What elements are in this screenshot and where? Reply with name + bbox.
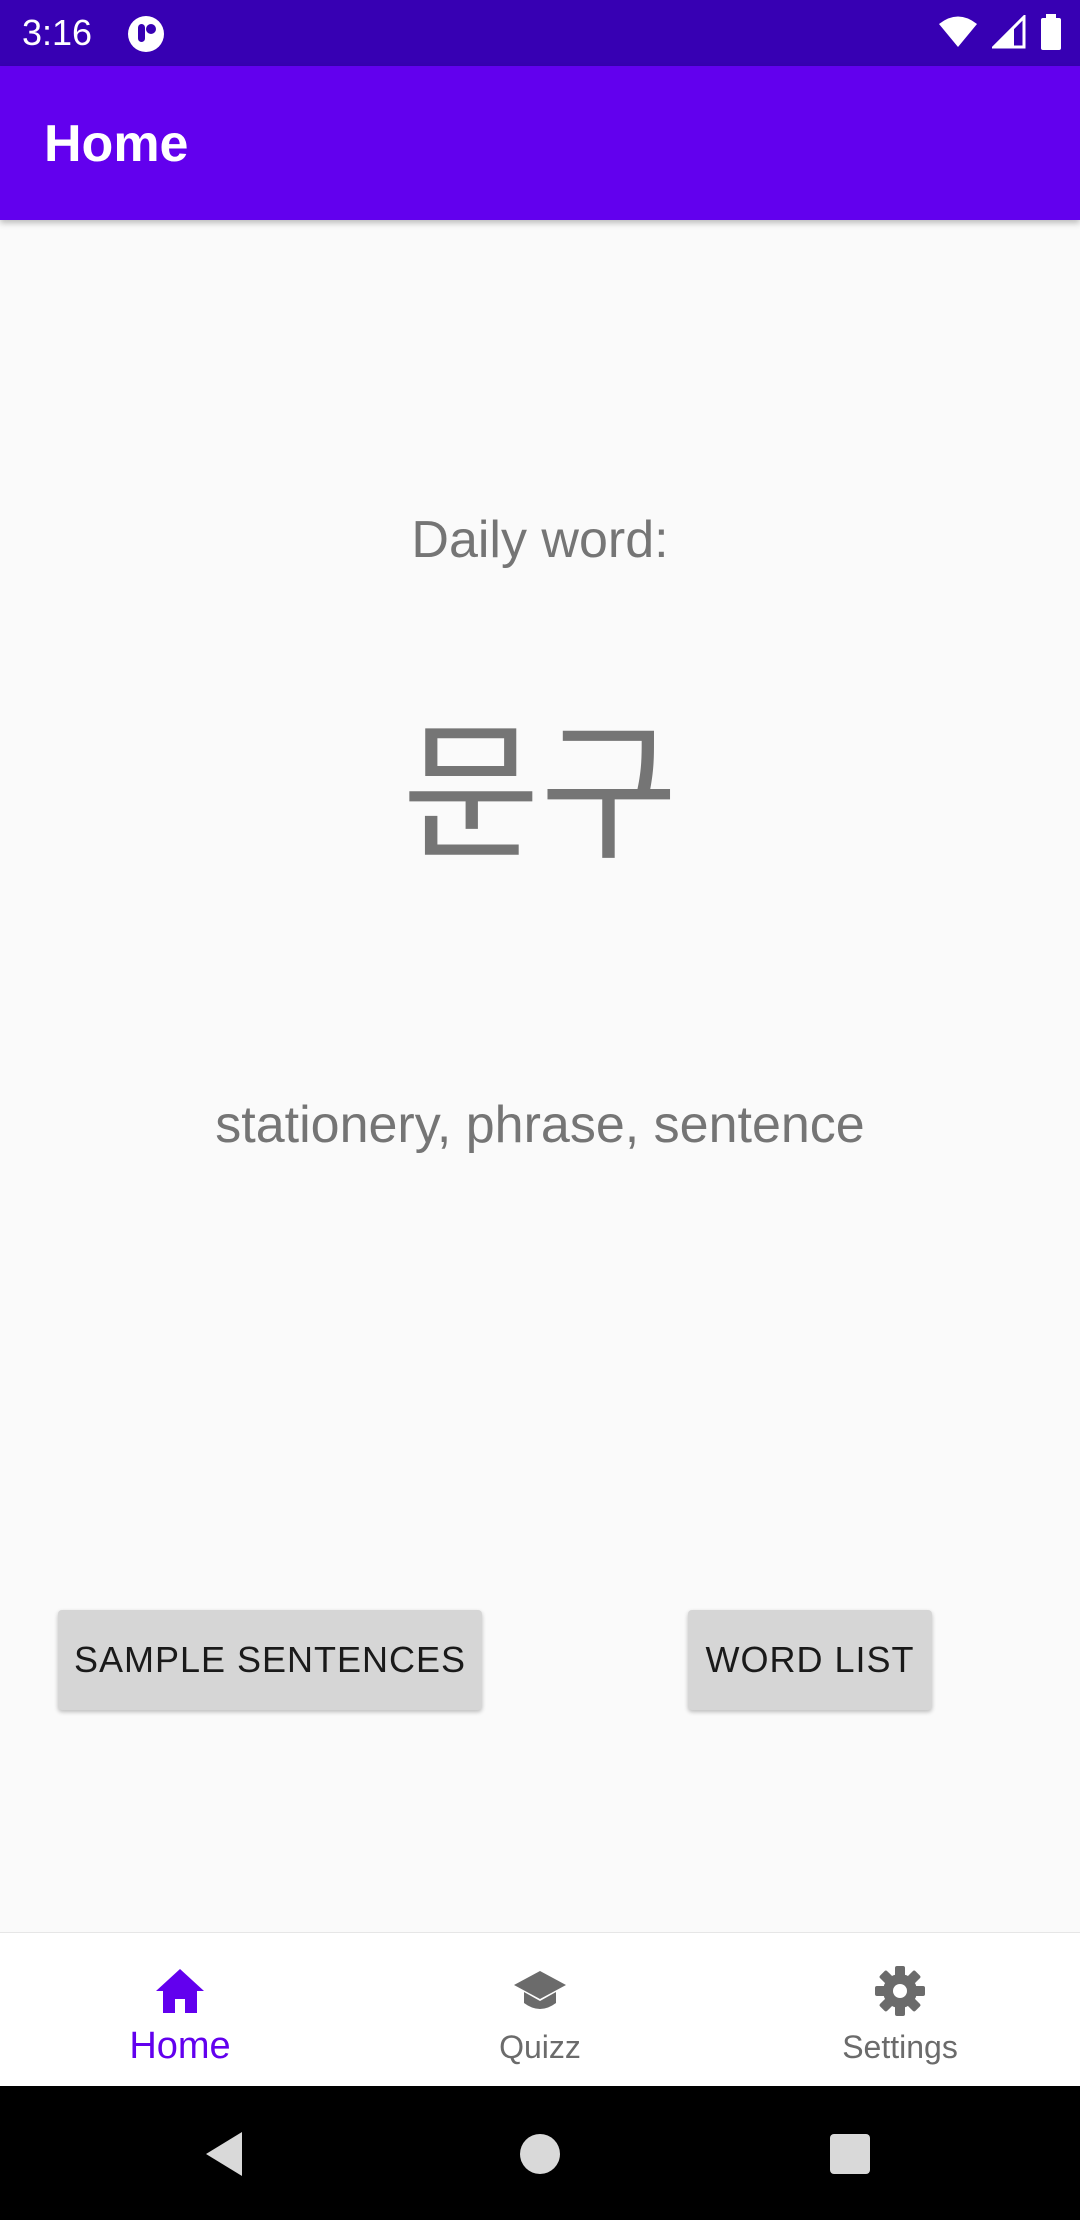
app-notification-icon — [128, 16, 164, 52]
recents-icon[interactable] — [822, 2126, 878, 2182]
status-time: 3:16 — [22, 12, 93, 53]
back-icon[interactable] — [198, 2126, 254, 2182]
nav-label-home: Home — [129, 2025, 231, 2067]
main-content: Daily word: 문구 stationery, phrase, sente… — [0, 220, 1080, 1932]
page-title: Home — [44, 115, 189, 173]
wifi-icon — [939, 16, 977, 47]
graduation-cap-icon — [514, 1971, 566, 2009]
nav-label-quizz: Quizz — [499, 2029, 581, 2065]
word-list-button[interactable]: WORD LIST — [688, 1610, 932, 1710]
gear-icon — [875, 1966, 925, 2016]
app-bar: Home — [0, 66, 1080, 220]
sample-sentences-button[interactable]: SAMPLE SENTENCES — [58, 1610, 482, 1710]
home-circle-icon[interactable] — [512, 2126, 568, 2182]
signal-icon — [992, 15, 1026, 49]
home-icon — [156, 1969, 204, 2013]
bottom-navigation: Home Quizz Settings — [0, 1932, 1080, 2086]
nav-item-home[interactable]: Home — [0, 1933, 360, 2087]
nav-item-settings[interactable]: Settings — [720, 1933, 1080, 2087]
status-icons — [938, 14, 1062, 50]
battery-icon — [1041, 14, 1061, 50]
status-bar: 3:16 — [0, 0, 1080, 66]
word-meaning: stationery, phrase, sentence — [215, 1096, 865, 1154]
nav-item-quizz[interactable]: Quizz — [360, 1933, 720, 2087]
daily-word-label: Daily word: — [411, 511, 669, 569]
nav-label-settings: Settings — [842, 2029, 958, 2065]
daily-word: 문구 — [401, 708, 678, 882]
system-navigation-bar — [0, 2086, 1080, 2220]
